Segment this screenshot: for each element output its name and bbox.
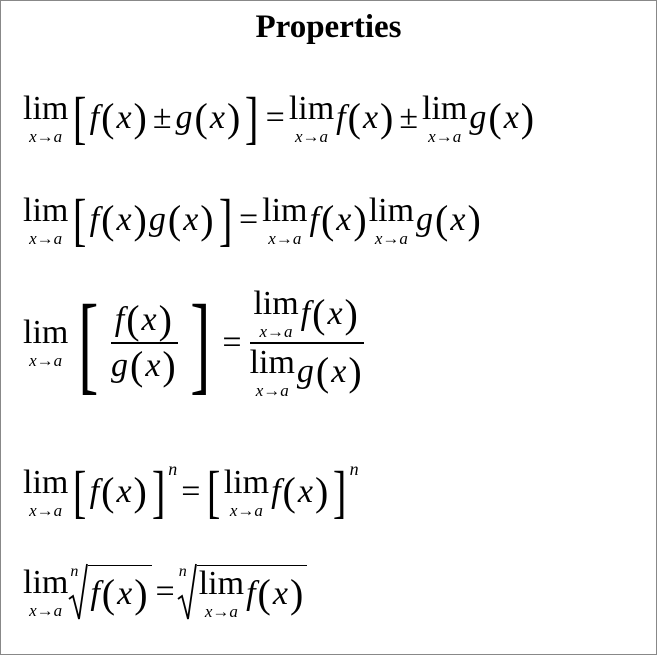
left-bracket: [	[78, 281, 99, 404]
exponent-n: n	[349, 459, 359, 479]
limit-operator: lim x→a	[23, 89, 69, 146]
left-bracket: [	[207, 459, 221, 524]
root-index-n: n	[178, 563, 187, 580]
properties-panel: Properties lim x→a [ f(x) ± g(x) ] = lim x…	[0, 0, 657, 655]
limit-operator: lim x→a	[262, 191, 308, 248]
formula-sum-difference: lim x→a [ f(x) ± g(x) ] = lim x→a f(x) ± l…	[23, 85, 535, 150]
plus-minus-sign: ±	[399, 99, 419, 136]
fraction: f(x) g(x)	[110, 297, 178, 388]
limit-operator: lim x→a	[23, 314, 69, 371]
root-index-n: n	[70, 563, 79, 580]
right-bracket: ]	[151, 459, 166, 524]
limit-operator: lim x→a	[422, 89, 468, 146]
right-bracket: ]	[189, 281, 211, 404]
equals-sign: =	[155, 573, 175, 610]
right-bracket: ]	[333, 459, 347, 524]
limit-operator: lim x→a	[253, 285, 299, 341]
left-bracket: [	[73, 459, 87, 524]
limit-operator: lim x→a	[23, 191, 69, 248]
left-bracket: [	[73, 187, 87, 252]
right-bracket: ]	[218, 187, 233, 252]
radical: n lim x→a f(x)	[177, 563, 308, 621]
limit-operator: lim x→a	[249, 343, 295, 400]
limit-operator: lim x→a	[368, 191, 415, 248]
limit-operator: lim x→a	[198, 565, 245, 621]
limit-operator: lim x→a	[223, 463, 270, 520]
right-bracket: ]	[245, 85, 259, 150]
radical: n f(x)	[68, 563, 152, 621]
equals-sign: =	[222, 323, 242, 361]
limit-operator: lim x→a	[23, 463, 69, 520]
left-bracket: [	[73, 85, 87, 150]
equals-sign: =	[181, 473, 201, 510]
formula-root: lim x→a n f(x) = n lim x→a f(x)	[23, 563, 308, 621]
equals-sign: =	[238, 201, 259, 238]
limit-operator: lim x→a	[23, 563, 69, 620]
formula-power: lim x→a [ f(x) ] n = [ lim x→a f(x) ] n	[23, 459, 359, 524]
plus-minus-sign: ±	[152, 99, 172, 136]
limit-operator: lim x→a	[288, 89, 335, 146]
formula-product: lim x→a [ f(x) g(x) ] = lim x→a f(x) lim x→…	[23, 187, 481, 252]
equals-sign: =	[265, 99, 285, 136]
fraction: lim x→a f(x) lim x→a g(x)	[249, 285, 364, 400]
page-title: Properties	[255, 9, 402, 45]
exponent-n: n	[168, 459, 178, 479]
formula-quotient: lim x→a [ f(x) g(x) ] = lim x→a f(x) lim x→…	[23, 287, 368, 399]
